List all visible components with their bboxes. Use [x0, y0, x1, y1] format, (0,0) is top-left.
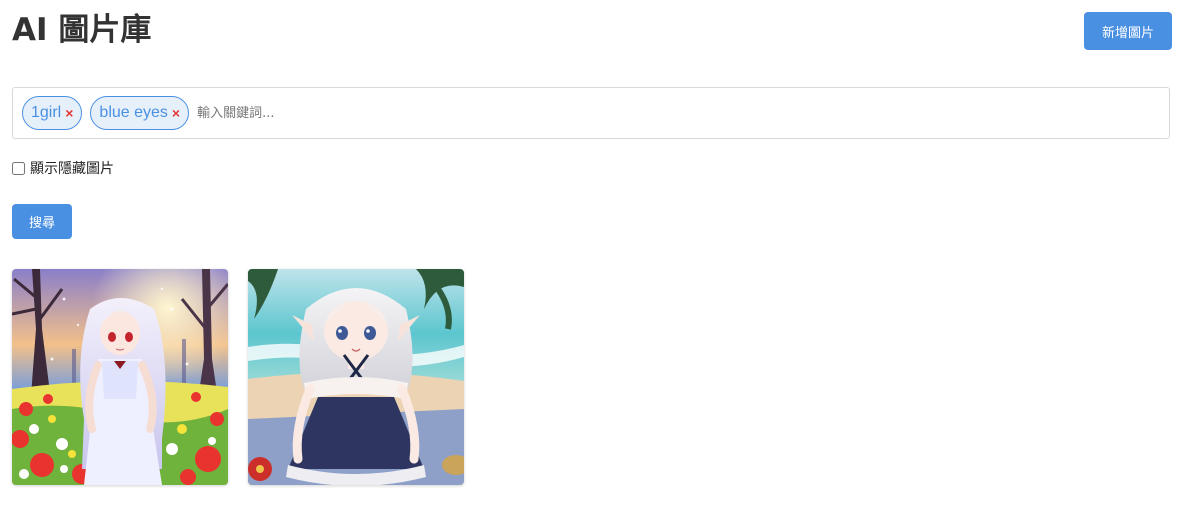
- show-hidden-checkbox[interactable]: [12, 161, 25, 175]
- tag-label: 1girl: [31, 104, 62, 121]
- page-title: AI 圖片庫: [12, 12, 152, 48]
- show-hidden-label: 顯示隱藏圖片: [30, 161, 114, 177]
- tag-chip-1girl: 1girl ×: [22, 96, 83, 130]
- tag-search-box[interactable]: 1girl × blue eyes ×: [12, 87, 1170, 139]
- image-card[interactable]: [12, 269, 228, 485]
- image-thumbnail: [248, 269, 464, 485]
- show-hidden-toggle[interactable]: 顯示隱藏圖片: [12, 158, 114, 178]
- tag-chip-blue-eyes: blue eyes ×: [90, 96, 190, 130]
- keyword-input[interactable]: [197, 98, 798, 128]
- image-thumbnail: [12, 269, 228, 485]
- remove-tag-icon[interactable]: ×: [172, 106, 180, 120]
- gallery-page: AI 圖片庫 新增圖片 1girl × blue eyes × 顯示隱藏圖片 搜…: [0, 0, 1191, 510]
- tag-label: blue eyes: [99, 104, 168, 121]
- add-image-button[interactable]: 新增圖片: [1084, 12, 1172, 50]
- image-card[interactable]: [248, 269, 464, 485]
- remove-tag-icon[interactable]: ×: [65, 106, 73, 120]
- search-button[interactable]: 搜尋: [12, 204, 72, 239]
